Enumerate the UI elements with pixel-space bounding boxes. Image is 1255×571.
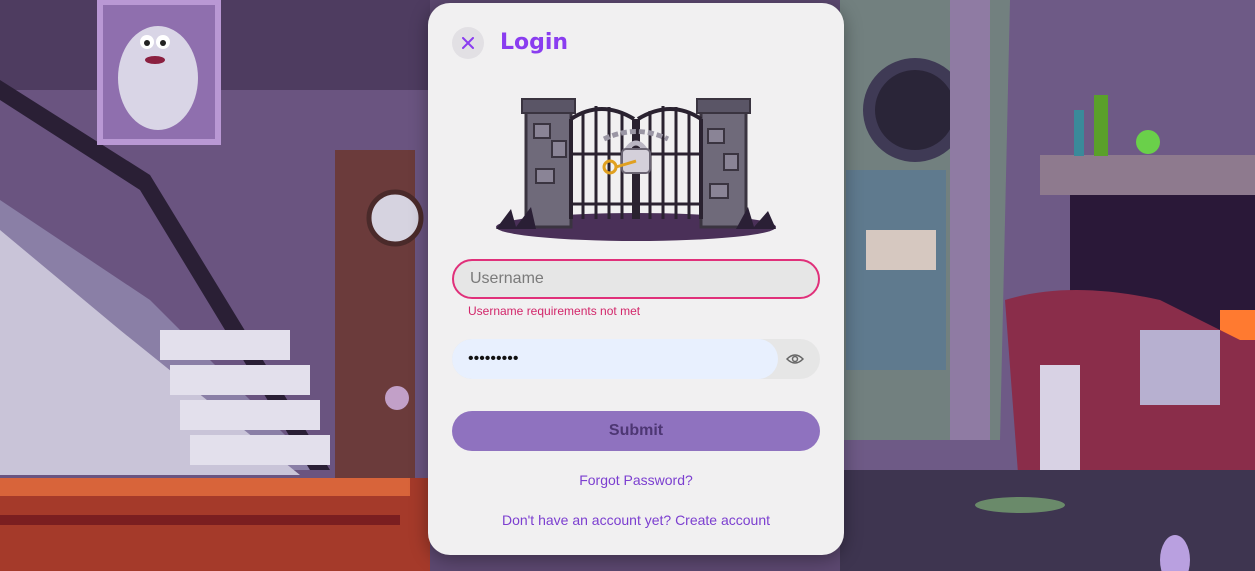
username-error-message: Username requirements not met <box>468 304 641 318</box>
password-field <box>452 339 820 379</box>
locked-gate-illustration <box>496 98 776 241</box>
submit-button[interactable]: Submit <box>452 411 820 451</box>
password-input[interactable] <box>452 339 778 379</box>
login-modal: Login Username Username requirements not… <box>428 3 844 555</box>
eye-icon[interactable] <box>786 351 804 367</box>
close-button[interactable] <box>452 27 484 59</box>
modal-title: Login <box>500 30 569 55</box>
username-input[interactable] <box>452 259 820 299</box>
close-icon <box>462 37 474 49</box>
create-account-link[interactable]: Don't have an account yet? Create accoun… <box>428 512 844 528</box>
forgot-password-link[interactable]: Forgot Password? <box>428 472 844 488</box>
